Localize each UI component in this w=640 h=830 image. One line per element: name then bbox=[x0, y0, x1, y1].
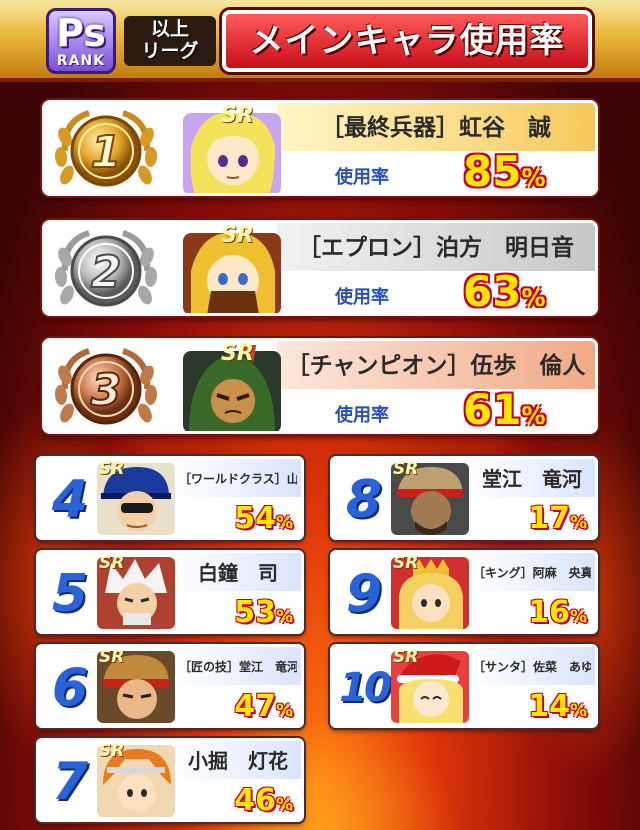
character-name: ［最終兵器］虹谷 誠 bbox=[321, 115, 551, 141]
rank-number: 9 bbox=[345, 564, 383, 624]
rank-card-5[interactable]: 5 SR 白鐘 司 53% bbox=[36, 550, 304, 634]
usage-rate-number: 85 bbox=[463, 147, 522, 196]
character-name: ［サンタ］佐菜 あゆみ bbox=[473, 660, 591, 674]
character-name: 堂江 竜河 bbox=[482, 467, 582, 491]
percent-unit: % bbox=[275, 607, 293, 627]
usage-rate-number: 54 bbox=[234, 501, 276, 536]
sr-badge: SR bbox=[221, 223, 254, 248]
header-banner: Ps RANK 以上 リーグ メインキャラ使用率 bbox=[0, 0, 640, 82]
sr-badge: SR bbox=[221, 341, 254, 366]
usage-rate-value: 54% bbox=[189, 501, 293, 537]
usage-rate-number: 14 bbox=[528, 689, 570, 724]
league-label-line1: 以上 bbox=[150, 18, 189, 40]
rank-number: 8 bbox=[345, 470, 383, 530]
usage-rate-value: 16% bbox=[483, 595, 587, 631]
character-name: ［チャンピオン］伍歩 倫人 bbox=[286, 353, 586, 379]
sr-badge: SR bbox=[393, 459, 419, 479]
percent-unit: % bbox=[275, 701, 293, 721]
rank-number: 6 bbox=[51, 658, 89, 718]
rank-card-9[interactable]: 9 SR ［キング］阿麻 央真 16% bbox=[330, 550, 598, 634]
league-label-line2: リーグ bbox=[141, 40, 199, 62]
rank-card-1[interactable]: 1 SR ［最終兵器］虹谷 誠 使用率 85% bbox=[42, 100, 598, 196]
sr-badge: SR bbox=[221, 103, 254, 128]
rank-number: 7 bbox=[51, 752, 89, 812]
rank-card-6[interactable]: 6 SR ［匠の技］堂江 竜河 47% bbox=[36, 644, 304, 728]
character-name: 小掘 灯花 bbox=[188, 749, 288, 773]
silver-medal-icon: 2 bbox=[54, 230, 158, 307]
usage-rate-value: 47% bbox=[189, 689, 293, 725]
ps-rank-badge: Ps RANK bbox=[46, 8, 116, 74]
ps-rank-label: RANK bbox=[56, 53, 106, 69]
usage-rate-value: 61% bbox=[463, 385, 593, 434]
sr-badge: SR bbox=[393, 647, 419, 667]
usage-rate-value: 63% bbox=[463, 267, 593, 316]
sr-badge: SR bbox=[99, 647, 125, 667]
page-title: メインキャラ使用率 bbox=[222, 10, 592, 72]
medal-number: 3 bbox=[91, 365, 122, 416]
usage-rate-number: 53 bbox=[234, 595, 276, 630]
usage-rate-label: 使用率 bbox=[335, 167, 389, 188]
percent-unit: % bbox=[521, 402, 546, 430]
sr-badge: SR bbox=[99, 459, 125, 479]
usage-rate-value: 17% bbox=[483, 501, 587, 537]
usage-rate-value: 53% bbox=[189, 595, 293, 631]
rank-card-7[interactable]: 7 SR 小掘 灯花 46% bbox=[36, 738, 304, 822]
rank-number: 10 bbox=[339, 665, 392, 711]
percent-unit: % bbox=[569, 701, 587, 721]
usage-rate-number: 63 bbox=[463, 267, 522, 316]
character-name: 白鐘 司 bbox=[198, 561, 278, 585]
percent-unit: % bbox=[521, 284, 546, 312]
percent-unit: % bbox=[275, 513, 293, 533]
usage-rate-number: 16 bbox=[528, 595, 570, 630]
gold-medal-icon: 1 bbox=[54, 110, 158, 187]
rank-card-10[interactable]: 10 SR ［サンタ］佐菜 あゆみ 14% bbox=[330, 644, 598, 728]
usage-rate-label: 使用率 bbox=[335, 405, 389, 426]
usage-rate-label: 使用率 bbox=[335, 287, 389, 308]
ps-rank-letters: Ps bbox=[56, 11, 106, 55]
bronze-medal-icon: 3 bbox=[54, 348, 158, 425]
rank-card-8[interactable]: 8 SR 堂江 竜河 17% bbox=[330, 456, 598, 540]
sr-badge: SR bbox=[393, 553, 419, 573]
rank-card-2[interactable]: 2 SR ［エプロン］泊方 明日音 使用率 63% bbox=[42, 220, 598, 316]
usage-rate-number: 46 bbox=[234, 783, 276, 818]
character-name: ［キング］阿麻 央真 bbox=[473, 566, 591, 580]
rank-card-4[interactable]: 4 SR ［ワールドクラス］山口 賢 54% bbox=[36, 456, 304, 540]
rank-number: 4 bbox=[51, 470, 89, 530]
sr-badge: SR bbox=[99, 741, 125, 761]
percent-unit: % bbox=[275, 795, 293, 815]
usage-rate-number: 47 bbox=[234, 689, 276, 724]
sr-badge: SR bbox=[99, 553, 125, 573]
rank-card-3[interactable]: 3 SR ［チャンピオン］伍歩 倫人 使用率 61% bbox=[42, 338, 598, 434]
percent-unit: % bbox=[569, 513, 587, 533]
medal-number: 2 bbox=[91, 247, 122, 298]
character-name: ［エプロン］泊方 明日音 bbox=[298, 235, 574, 261]
medal-number: 1 bbox=[91, 127, 122, 178]
character-name: ［匠の技］堂江 竜河 bbox=[179, 660, 297, 674]
usage-rate-number: 61 bbox=[463, 385, 522, 434]
usage-rate-number: 17 bbox=[528, 501, 570, 536]
percent-unit: % bbox=[521, 164, 546, 192]
usage-rate-value: 85% bbox=[463, 147, 593, 196]
usage-rate-value: 14% bbox=[483, 689, 587, 725]
percent-unit: % bbox=[569, 607, 587, 627]
rank-number: 5 bbox=[51, 564, 89, 624]
league-label: 以上 リーグ bbox=[124, 16, 216, 66]
character-name: ［ワールドクラス］山口 賢 bbox=[179, 472, 297, 486]
usage-rate-value: 46% bbox=[189, 783, 293, 819]
